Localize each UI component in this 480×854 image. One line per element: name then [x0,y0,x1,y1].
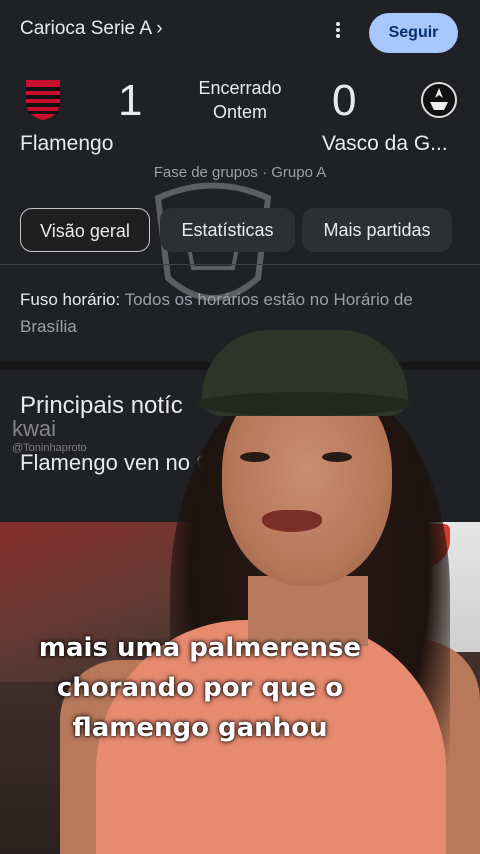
status-final: Encerrado [198,78,282,98]
tab-more-matches[interactable]: Mais partidas [302,208,452,252]
stadium-photo [0,522,200,682]
match-header: Carioca Serie A › Seguir [0,0,480,66]
sponsor-photo [372,522,480,652]
news-thumbnail [0,522,480,854]
face [222,376,392,586]
divider [0,264,480,265]
timezone-label: Fuso horário: [20,290,121,309]
tab-stats[interactable]: Estatísticas [160,208,295,252]
vasco-crest-icon [421,82,457,118]
tab-overview[interactable]: Visão geral [20,208,150,252]
away-team-name[interactable]: Vasco da G... [322,132,448,156]
news-section-title: Principais notíc [20,392,183,419]
cap [202,330,408,416]
caption-line-3: flamengo ganhou [72,713,328,743]
section-divider [0,362,480,370]
news-headline[interactable]: Flamengo ven no Campeonato C [20,448,440,478]
away-score: 0 [332,76,357,125]
sponsor-badge-icon [380,524,450,568]
tank-top [96,620,446,854]
status-date: Ontem [212,102,268,122]
cap-brim [196,392,412,416]
more-options-icon[interactable] [333,20,343,44]
timezone-note: Fuso horário: Todos os horários estão no… [20,286,460,340]
home-score: 1 [118,76,143,125]
flamengo-crest-icon [26,80,60,120]
left-shoulder [60,660,180,854]
caption-line-2: chorando por que o [56,673,344,703]
match-status: Encerrado Ontem [180,76,300,124]
follow-button[interactable]: Seguir [369,13,458,53]
video-caption: mais uma palmerense chorando por que o f… [0,628,400,748]
caption-line-1: mais uma palmerense [38,633,362,663]
right-shoulder [370,640,480,854]
league-link[interactable]: Carioca Serie A › [20,18,163,40]
mouth [262,510,322,532]
video-overlay: kwai @Toninhaproto mais uma palmerense c… [0,0,480,854]
neck [248,576,368,646]
home-team-name[interactable]: Flamengo [20,132,113,156]
